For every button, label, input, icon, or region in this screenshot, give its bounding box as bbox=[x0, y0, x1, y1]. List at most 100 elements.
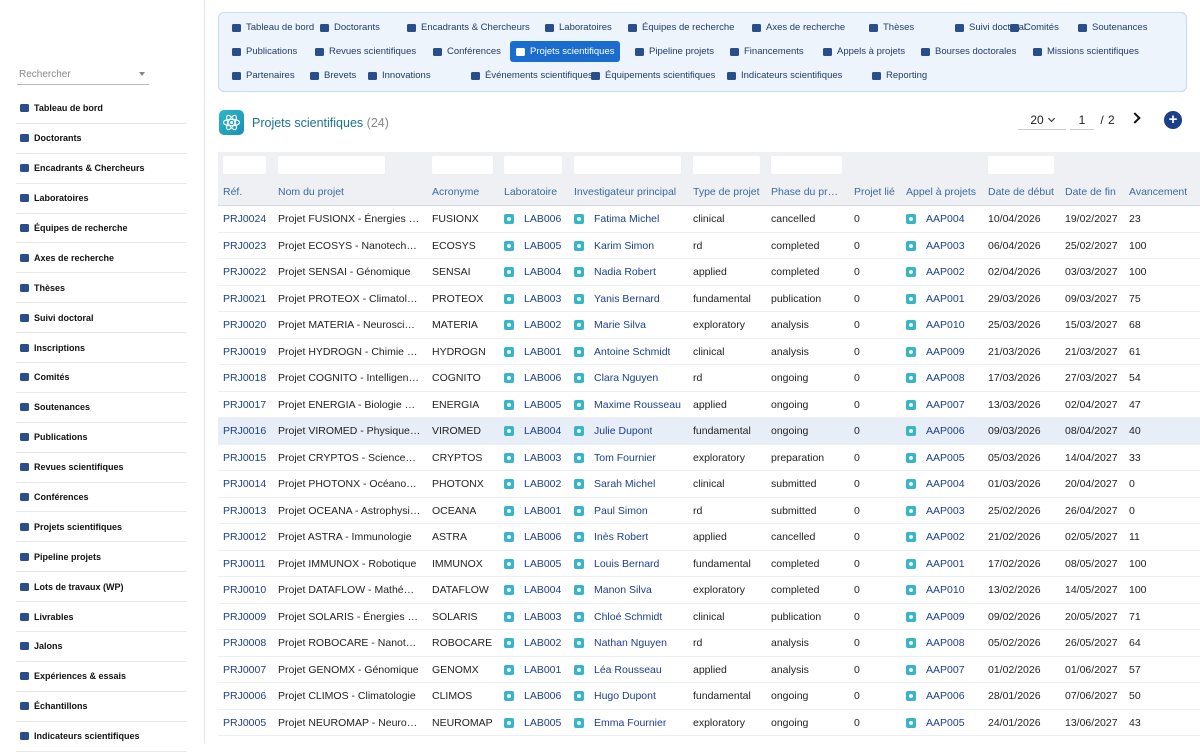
table-cell[interactable]: AAP010 bbox=[926, 584, 965, 596]
table-cell[interactable]: Paul Simon bbox=[594, 505, 648, 517]
table-row[interactable]: PRJ0023 Projet ECOSYS - Nanotech… ECOSYS LA… bbox=[218, 233, 1200, 259]
table-cell[interactable]: LAB006 bbox=[524, 690, 561, 702]
table-cell[interactable]: PRJ0011 bbox=[223, 558, 265, 570]
table-cell[interactable]: LAB005 bbox=[524, 399, 561, 411]
table-row[interactable]: PRJ0011 Projet IMMUNOX - Robotique IMMUNOX… bbox=[218, 551, 1200, 577]
table-cell[interactable]: AAP008 bbox=[926, 372, 965, 384]
table-cell[interactable]: AAP004 bbox=[926, 478, 965, 490]
column-header[interactable]: Date de fin bbox=[1065, 186, 1116, 198]
table-cell[interactable]: AAP006 bbox=[926, 425, 965, 437]
sidebar-item[interactable]: Doctorants bbox=[16, 124, 186, 154]
table-cell[interactable]: AAP002 bbox=[926, 266, 965, 278]
table-row[interactable]: PRJ0020 Projet MATERIA - Neurosci… MATERIA… bbox=[218, 312, 1200, 339]
sidebar-item[interactable]: Projets scientifiques bbox=[16, 512, 186, 543]
table-cell[interactable]: LAB003 bbox=[524, 611, 561, 623]
sidebar-item[interactable]: Expériences & essais bbox=[16, 662, 186, 692]
sidebar-item[interactable]: Conférences bbox=[16, 483, 186, 513]
sidebar-item[interactable]: Suivi doctoral bbox=[16, 303, 186, 334]
table-cell[interactable]: Karim Simon bbox=[594, 240, 654, 252]
table-cell[interactable]: PRJ0018 bbox=[223, 372, 266, 384]
table-cell[interactable]: Manon Silva bbox=[594, 584, 652, 596]
table-row[interactable]: PRJ0017 Projet ENERGIA - Biologie … ENERGI… bbox=[218, 392, 1200, 418]
table-cell[interactable]: PRJ0016 bbox=[223, 425, 266, 437]
page-size-select[interactable]: 20 bbox=[1018, 110, 1066, 130]
nav-item[interactable]: Équipes de recherche bbox=[622, 17, 740, 38]
nav-item[interactable]: Comités bbox=[1004, 17, 1065, 38]
nav-item[interactable]: Pipeline projets bbox=[629, 41, 720, 62]
sidebar-item[interactable]: Inscriptions bbox=[16, 333, 186, 364]
add-project-button[interactable]: + bbox=[1164, 111, 1182, 129]
nav-item[interactable]: Doctorants bbox=[314, 17, 386, 38]
filter-phase[interactable] bbox=[771, 156, 842, 174]
sidebar-item[interactable]: Thèses bbox=[16, 273, 186, 304]
table-cell[interactable]: Maxime Rousseau bbox=[594, 399, 681, 411]
table-cell[interactable]: LAB004 bbox=[524, 266, 561, 278]
nav-item[interactable]: Laboratoires bbox=[539, 17, 618, 38]
column-header[interactable]: Avancement bbox=[1129, 186, 1187, 198]
table-row[interactable]: PRJ0016 Projet VIROMED - Physique… VIROMED… bbox=[218, 418, 1200, 445]
sidebar-item[interactable]: Comités bbox=[16, 363, 186, 393]
table-cell[interactable]: AAP003 bbox=[926, 240, 965, 252]
table-cell[interactable]: Inès Robert bbox=[594, 531, 648, 543]
filter-lab[interactable] bbox=[504, 156, 562, 174]
table-cell[interactable]: LAB001 bbox=[524, 664, 561, 676]
table-cell[interactable]: AAP009 bbox=[926, 611, 965, 623]
sidebar-item[interactable]: Publications bbox=[16, 423, 186, 453]
nav-item[interactable]: Indicateurs scientifiques bbox=[721, 65, 848, 86]
table-cell[interactable]: PRJ0023 bbox=[223, 240, 266, 252]
filter-start-date[interactable] bbox=[988, 156, 1054, 174]
sidebar-item[interactable]: Livrables bbox=[16, 602, 186, 633]
table-cell[interactable]: Chloé Schmidt bbox=[594, 611, 662, 623]
table-row[interactable]: PRJ0005 Projet NEUROMAP - Neuro… NEUROMAP L… bbox=[218, 710, 1200, 736]
table-row[interactable]: PRJ0008 Projet ROBOCARE - Nanot… ROBOCARE L… bbox=[218, 630, 1200, 657]
table-row[interactable]: PRJ0010 Projet DATAFLOW - Mathé… DATAFLOW L… bbox=[218, 577, 1200, 604]
column-header[interactable]: Projet lié bbox=[854, 186, 895, 198]
nav-item[interactable]: Publications bbox=[226, 41, 303, 62]
table-cell[interactable]: PRJ0005 bbox=[223, 717, 266, 729]
sidebar-item[interactable]: Encadrants & Chercheurs bbox=[16, 154, 186, 184]
table-row[interactable]: PRJ0014 Projet PHOTONX - Océano… PHOTONX LA… bbox=[218, 471, 1200, 498]
table-cell[interactable]: LAB006 bbox=[524, 372, 561, 384]
table-cell[interactable]: LAB002 bbox=[524, 319, 561, 331]
nav-item[interactable]: Axes de recherche bbox=[746, 17, 851, 38]
column-header[interactable]: Type de projet bbox=[693, 186, 760, 198]
table-cell[interactable]: AAP008 bbox=[926, 637, 965, 649]
table-cell[interactable]: Marie Silva bbox=[594, 319, 646, 331]
table-cell[interactable]: AAP004 bbox=[926, 213, 965, 225]
table-cell[interactable]: AAP005 bbox=[926, 717, 965, 729]
sidebar-search-select[interactable]: Rechercher bbox=[17, 66, 149, 85]
next-page-icon[interactable] bbox=[1129, 112, 1141, 124]
nav-item[interactable]: Équipements scientifiques bbox=[585, 65, 721, 86]
table-cell[interactable]: Antoine Schmidt bbox=[594, 346, 670, 358]
table-cell[interactable]: LAB005 bbox=[524, 558, 561, 570]
filter-type[interactable] bbox=[693, 156, 760, 174]
table-cell[interactable]: LAB003 bbox=[524, 452, 561, 464]
current-page-input[interactable]: 1 bbox=[1070, 110, 1094, 130]
sidebar-item[interactable]: Pipeline projets bbox=[16, 542, 186, 573]
table-cell[interactable]: Emma Fournier bbox=[594, 717, 666, 729]
table-row[interactable]: PRJ0009 Projet SOLARIS - Énergies … SOLARI… bbox=[218, 604, 1200, 630]
sidebar-item[interactable]: Soutenances bbox=[16, 393, 186, 423]
table-cell[interactable]: PRJ0013 bbox=[223, 505, 266, 517]
nav-item[interactable]: Événements scientifiques bbox=[465, 65, 599, 86]
table-cell[interactable]: PRJ0014 bbox=[223, 478, 266, 490]
table-row[interactable]: PRJ0022 Projet SENSAI - Génomique SENSAI LA… bbox=[218, 259, 1200, 286]
table-cell[interactable]: AAP001 bbox=[926, 293, 965, 305]
column-header[interactable]: Acronyme bbox=[432, 186, 479, 198]
nav-item[interactable]: Brevets bbox=[304, 65, 362, 86]
table-cell[interactable]: AAP002 bbox=[926, 531, 965, 543]
column-header[interactable]: Appel à projets bbox=[906, 186, 976, 198]
table-cell[interactable]: Hugo Dupont bbox=[594, 690, 656, 702]
table-cell[interactable]: LAB005 bbox=[524, 717, 561, 729]
table-cell[interactable]: Léa Rousseau bbox=[594, 664, 662, 676]
table-cell[interactable]: LAB001 bbox=[524, 505, 561, 517]
table-cell[interactable]: PRJ0019 bbox=[223, 346, 266, 358]
nav-item[interactable]: Partenaires bbox=[226, 65, 301, 86]
table-cell[interactable]: AAP009 bbox=[926, 346, 965, 358]
table-cell[interactable]: PRJ0012 bbox=[223, 531, 266, 543]
table-row[interactable]: PRJ0024 Projet FUSIONX - Énergies … FUSION… bbox=[218, 206, 1200, 233]
table-cell[interactable]: LAB003 bbox=[524, 293, 561, 305]
sidebar-item[interactable]: Tableau de bord bbox=[16, 94, 186, 124]
nav-item[interactable]: Innovations bbox=[362, 65, 437, 86]
table-cell[interactable]: PRJ0008 bbox=[223, 637, 266, 649]
